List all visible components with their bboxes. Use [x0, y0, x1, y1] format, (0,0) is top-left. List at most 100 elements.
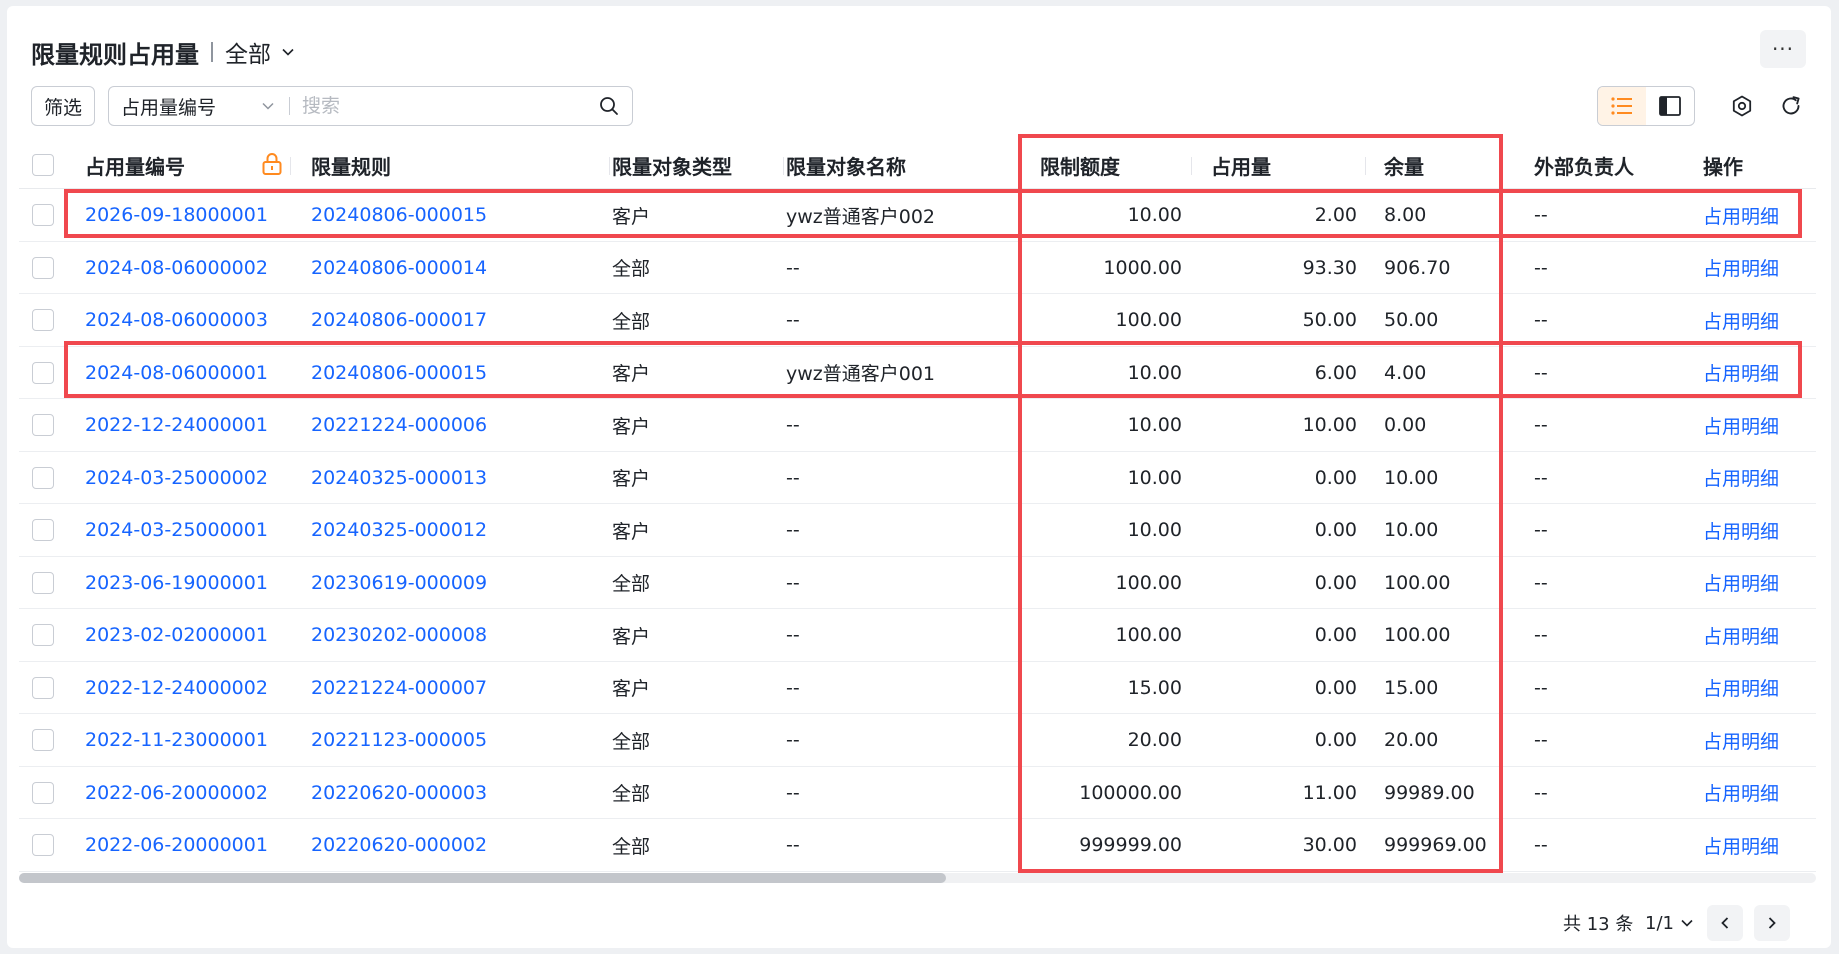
row-checkbox[interactable] [32, 624, 54, 646]
usage-id-link[interactable]: 2024-03-25000002 [85, 452, 285, 504]
usage-id-link[interactable]: 2022-12-24000001 [85, 399, 285, 451]
row-checkbox-cell[interactable] [32, 609, 54, 661]
rule-id-link[interactable]: 20240325-000012 [311, 504, 601, 556]
row-checkbox[interactable] [32, 414, 54, 436]
refresh-icon[interactable] [1779, 94, 1803, 118]
row-checkbox-cell[interactable] [32, 767, 54, 819]
rule-id-link[interactable]: 20240806-000015 [311, 189, 601, 241]
rule-id-link[interactable]: 20220620-000003 [311, 767, 601, 819]
usage-id-link[interactable]: 2024-08-06000002 [85, 242, 285, 294]
used-amount-cell: 0.00 [1314, 466, 1357, 489]
row-checkbox-cell[interactable] [32, 452, 54, 504]
rule-id-link[interactable]: 20220620-000002 [311, 819, 601, 871]
usage-detail-link[interactable]: 占用明细 [1703, 609, 1813, 661]
rule-id-link[interactable]: 20221224-000006 [311, 399, 601, 451]
column-header[interactable]: 限量对象名称 [786, 141, 906, 189]
row-checkbox-cell[interactable] [32, 819, 54, 871]
rule-id-link[interactable]: 20230619-000009 [311, 557, 601, 609]
column-header[interactable]: 占用量编号 [85, 141, 185, 189]
usage-id-link[interactable]: 2023-06-19000001 [85, 557, 285, 609]
usage-id-link[interactable]: 2023-02-02000001 [85, 609, 285, 661]
more-button[interactable]: ··· [1760, 30, 1806, 68]
column-header[interactable]: 占用量 [1211, 141, 1271, 189]
row-checkbox-cell[interactable] [32, 557, 54, 609]
usage-id-link[interactable]: 2024-08-06000003 [85, 294, 285, 346]
row-checkbox[interactable] [32, 309, 54, 331]
usage-id-link[interactable]: 2026-09-18000001 [85, 189, 285, 241]
usage-detail-link[interactable]: 占用明细 [1703, 452, 1813, 504]
row-checkbox-cell[interactable] [32, 242, 54, 294]
usage-detail-link[interactable]: 占用明细 [1703, 399, 1813, 451]
rule-id-link[interactable]: 20221123-000005 [311, 714, 601, 766]
usage-detail-link[interactable]: 占用明细 [1703, 294, 1813, 346]
select-all-checkbox[interactable] [32, 154, 54, 176]
column-header[interactable]: 限制额度 [1040, 141, 1120, 189]
usage-detail-link[interactable]: 占用明细 [1703, 557, 1813, 609]
usage-id-link[interactable]: 2022-11-23000001 [85, 714, 285, 766]
row-checkbox[interactable] [32, 204, 54, 226]
horizontal-scrollbar[interactable] [19, 873, 1816, 883]
row-checkbox[interactable] [32, 519, 54, 541]
next-page-button[interactable] [1754, 905, 1790, 941]
usage-detail-link[interactable]: 占用明细 [1703, 504, 1813, 556]
view-selector[interactable]: 全部 [225, 35, 271, 69]
column-header[interactable]: 余量 [1384, 141, 1424, 189]
usage-id-link[interactable]: 2022-06-20000002 [85, 767, 285, 819]
rule-id-link[interactable]: 20221224-000007 [311, 662, 601, 714]
usage-id-link[interactable]: 2024-03-25000001 [85, 504, 285, 556]
row-checkbox[interactable] [32, 571, 54, 594]
rule-id-link[interactable]: 20240806-000015 [311, 347, 601, 399]
list-view-button[interactable] [1598, 87, 1646, 125]
page-header: 限量规则占用量 全部 [31, 34, 295, 70]
column-header[interactable]: 外部负责人 [1534, 141, 1634, 189]
row-checkbox-cell[interactable] [32, 504, 54, 556]
row-checkbox-cell[interactable] [32, 294, 54, 346]
rule-id-link[interactable]: 20240806-000017 [311, 294, 601, 346]
column-header[interactable]: 限量规则 [311, 141, 391, 189]
scrollbar-thumb[interactable] [19, 873, 946, 883]
object-type-cell: 全部 [612, 258, 651, 280]
row-checkbox[interactable] [32, 781, 54, 804]
rule-id-link[interactable]: 20240325-000013 [311, 452, 601, 504]
usage-id-link[interactable]: 2024-08-06000001 [85, 347, 285, 399]
rule-id-link[interactable]: 20230202-000008 [311, 609, 601, 661]
settings-icon[interactable] [1730, 94, 1754, 118]
search-icon[interactable] [598, 95, 620, 117]
row-checkbox[interactable] [32, 729, 54, 751]
usage-detail-link[interactable]: 占用明细 [1703, 819, 1813, 871]
row-checkbox[interactable] [32, 256, 54, 279]
row-checkbox[interactable] [32, 361, 54, 384]
page-selector[interactable]: 1/1 [1645, 905, 1694, 941]
row-checkbox-cell[interactable] [32, 662, 54, 714]
prev-page-button[interactable] [1707, 905, 1743, 941]
row-checkbox-cell[interactable] [32, 347, 54, 399]
row-checkbox[interactable] [32, 834, 54, 856]
remaining-cell: 50.00 [1384, 309, 1439, 331]
select-all-checkbox-cell[interactable] [32, 141, 54, 189]
filter-button[interactable]: 筛选 [31, 86, 95, 126]
usage-detail-link[interactable]: 占用明细 [1703, 347, 1813, 399]
usage-detail-link[interactable]: 占用明细 [1703, 242, 1813, 294]
row-checkbox-cell[interactable] [32, 189, 54, 241]
column-header[interactable]: 操作 [1703, 141, 1743, 189]
row-checkbox-cell[interactable] [32, 399, 54, 451]
object-name-cell: ywz普通客户001 [786, 363, 936, 385]
column-header[interactable]: 限量对象类型 [612, 141, 732, 189]
chevron-down-icon[interactable] [281, 45, 295, 59]
lock-icon[interactable] [260, 151, 284, 177]
split-view-button[interactable] [1646, 87, 1694, 125]
row-checkbox[interactable] [32, 676, 54, 699]
remaining-cell: 20.00 [1384, 729, 1439, 751]
row-checkbox[interactable] [32, 466, 54, 489]
usage-detail-link[interactable]: 占用明细 [1703, 189, 1813, 241]
usage-id-link[interactable]: 2022-12-24000002 [85, 662, 285, 714]
usage-detail-link[interactable]: 占用明细 [1703, 714, 1813, 766]
usage-detail-link[interactable]: 占用明细 [1703, 662, 1813, 714]
search-field-select[interactable]: 占用量编号 [109, 93, 281, 120]
usage-id-link[interactable]: 2022-06-20000001 [85, 819, 285, 871]
row-checkbox-cell[interactable] [32, 714, 54, 766]
search-input[interactable] [302, 95, 598, 117]
rule-id-link[interactable]: 20240806-000014 [311, 242, 601, 294]
used-amount-cell: 0.00 [1314, 519, 1357, 541]
usage-detail-link[interactable]: 占用明细 [1703, 767, 1813, 819]
